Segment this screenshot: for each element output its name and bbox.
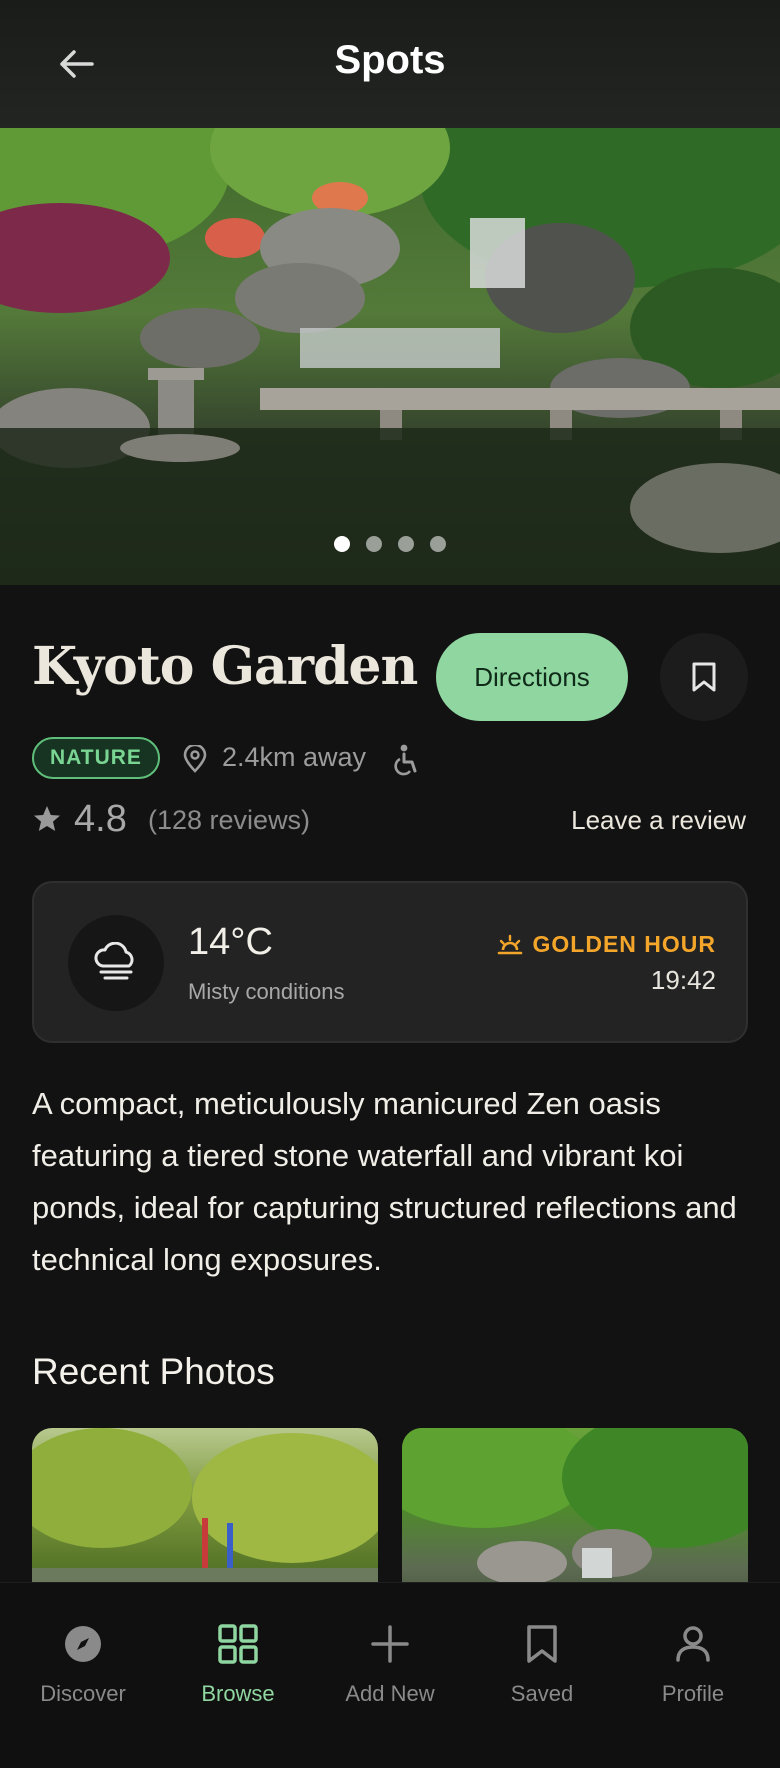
sunset-icon [497, 934, 522, 954]
carousel-dot[interactable] [334, 536, 350, 552]
nav-label: Discover [40, 1681, 126, 1706]
spot-title: Kyoto Garden [32, 636, 418, 697]
nav-label: Browse [201, 1681, 275, 1706]
category-badge: NATURE [32, 737, 160, 779]
hero-image-carousel[interactable] [0, 128, 780, 585]
location-pin-icon [183, 745, 207, 773]
carousel-dot[interactable] [366, 536, 382, 552]
distance-text: 2.4km away [222, 742, 367, 772]
nav-item-add-new[interactable]: Add New [315, 1619, 465, 1707]
leave-review-link[interactable]: Leave a review [571, 805, 746, 836]
golden-hour-label: GOLDEN HOUR [497, 931, 717, 958]
grid-icon [218, 1624, 258, 1664]
nav-label: Saved [510, 1681, 574, 1706]
plus-icon [371, 1625, 409, 1663]
nav-item-profile[interactable]: Profile [618, 1619, 768, 1707]
bottom-navigation: Discover Browse Add New Saved Profile [0, 1582, 780, 1768]
carousel-dot[interactable] [398, 536, 414, 552]
hero-photo [0, 128, 780, 585]
spot-description: A compact, meticulously manicured Zen oa… [32, 1086, 737, 1277]
directions-button[interactable]: Directions [436, 633, 628, 721]
bookmark-icon [692, 662, 716, 692]
weather-card: 14°C Misty conditions GOLDEN HOUR 19:42 [32, 881, 748, 1043]
nav-item-browse[interactable]: Browse [163, 1619, 313, 1707]
compass-icon [65, 1626, 101, 1662]
top-app-bar: Spots [0, 0, 780, 128]
bookmark-icon [527, 1625, 557, 1663]
recent-photos-heading: Recent Photos [32, 1351, 275, 1392]
save-button[interactable] [660, 633, 748, 721]
temperature: 14°C [188, 921, 273, 963]
review-count: (128 reviews) [148, 805, 311, 835]
page-title: Spots [334, 38, 446, 82]
nav-label: Add New [345, 1681, 435, 1706]
fog-icon [94, 942, 134, 980]
user-icon [676, 1626, 710, 1662]
accessibility-icon [394, 744, 417, 776]
carousel-indicators [0, 536, 780, 552]
star-icon [34, 806, 60, 831]
weather-icon-container [68, 915, 164, 1011]
golden-hour-time: 19:42 [650, 965, 716, 995]
nav-item-saved[interactable]: Saved [467, 1619, 617, 1707]
golden-hour-text: GOLDEN HOUR [532, 931, 716, 957]
carousel-dot[interactable] [430, 536, 446, 552]
nav-item-discover[interactable]: Discover [8, 1619, 158, 1707]
nav-label: Profile [661, 1681, 725, 1706]
weather-conditions: Misty conditions [188, 979, 345, 1004]
rating-value: 4.8 [74, 798, 127, 840]
